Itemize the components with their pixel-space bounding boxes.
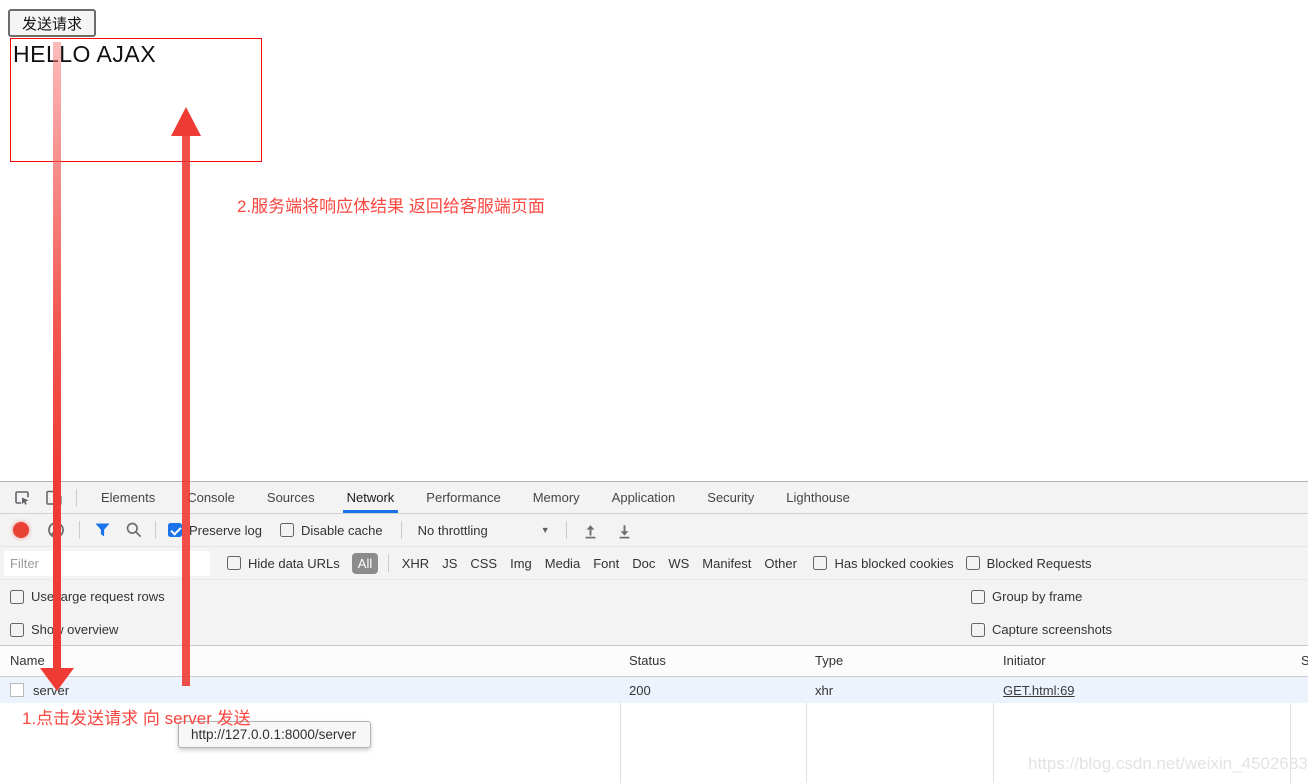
ajax-result-text: HELLO AJAX (11, 39, 261, 68)
capture-screenshots-checkbox[interactable] (971, 623, 985, 637)
preserve-log-checkbox[interactable] (168, 523, 182, 537)
column-header-initiator[interactable]: Initiator (1003, 653, 1046, 668)
use-large-request-rows-checkbox[interactable] (10, 590, 24, 604)
divider (388, 554, 389, 572)
filter-type-ws[interactable]: WS (668, 556, 689, 571)
tab-label: Security (707, 490, 754, 505)
arrow-up-shaft (182, 134, 190, 686)
table-header: Name Status Type Initiator S (0, 646, 1308, 677)
disable-cache-checkbox[interactable] (280, 523, 294, 537)
inspect-element-icon[interactable] (6, 482, 38, 514)
tab-memory[interactable]: Memory (517, 482, 596, 513)
throttling-value: No throttling (418, 523, 488, 538)
chevron-down-icon: ▼ (541, 525, 550, 535)
capture-screenshots-label: Capture screenshots (992, 622, 1112, 637)
tab-performance[interactable]: Performance (410, 482, 516, 513)
request-file-icon (10, 683, 24, 697)
tab-lighthouse[interactable]: Lighthouse (770, 482, 866, 513)
tab-label: Performance (426, 490, 500, 505)
column-header-name[interactable]: Name (10, 653, 45, 668)
has-blocked-cookies-label: Has blocked cookies (834, 556, 953, 571)
tab-label: Console (187, 490, 235, 505)
tab-network[interactable]: Network (331, 482, 411, 513)
use-large-request-rows-label: Use large request rows (31, 589, 165, 604)
record-icon[interactable] (13, 522, 29, 538)
network-toolbar: Preserve log Disable cache No throttling… (0, 514, 1308, 547)
tab-application[interactable]: Application (596, 482, 692, 513)
arrow-down-shaft (53, 42, 61, 670)
filter-type-xhr[interactable]: XHR (402, 556, 429, 571)
throttling-dropdown[interactable]: No throttling ▼ (418, 523, 550, 538)
show-overview-label: Show overview (31, 622, 118, 637)
tab-label: Sources (267, 490, 315, 505)
filter-type-media[interactable]: Media (545, 556, 580, 571)
request-status: 200 (629, 683, 651, 698)
column-header-size[interactable]: S (1301, 653, 1308, 668)
hide-data-urls-checkbox[interactable] (227, 556, 241, 570)
tab-label: Lighthouse (786, 490, 850, 505)
network-filter-bar: Hide data URLs All XHR JS CSS Img Media … (0, 547, 1308, 580)
tab-label: Application (612, 490, 676, 505)
group-by-frame-label: Group by frame (992, 589, 1082, 604)
send-request-button[interactable]: 发送请求 (8, 9, 96, 37)
import-har-icon[interactable] (581, 520, 601, 540)
divider (76, 489, 77, 507)
table-row[interactable]: server 200 xhr GET.html:69 (0, 677, 1308, 703)
disable-cache-label: Disable cache (301, 523, 383, 538)
search-icon[interactable] (125, 521, 143, 539)
tab-sources[interactable]: Sources (251, 482, 331, 513)
preserve-log-label: Preserve log (189, 523, 262, 538)
tab-elements[interactable]: Elements (85, 482, 171, 513)
request-type: xhr (815, 683, 833, 698)
annotation-step1: 1.点击发送请求 向 server 发送 (22, 704, 251, 729)
export-har-icon[interactable] (615, 520, 635, 540)
ajax-result-box: HELLO AJAX (10, 38, 262, 162)
blocked-requests-checkbox[interactable] (966, 556, 980, 570)
divider (401, 521, 402, 539)
arrow-down-head (40, 668, 74, 691)
annotation-step2: 2.服务端将响应体结果 返回给客服端页面 (237, 192, 545, 217)
divider (79, 521, 80, 539)
filter-input[interactable] (4, 551, 210, 576)
tab-label: Network (347, 490, 395, 505)
column-header-status[interactable]: Status (629, 653, 666, 668)
devtools-tab-bar: Elements Console Sources Network Perform… (0, 482, 1308, 514)
filter-icon[interactable] (93, 521, 111, 539)
filter-type-css[interactable]: CSS (470, 556, 497, 571)
tab-security[interactable]: Security (691, 482, 770, 513)
blocked-requests-label: Blocked Requests (987, 556, 1092, 571)
column-header-type[interactable]: Type (815, 653, 843, 668)
has-blocked-cookies-checkbox[interactable] (813, 556, 827, 570)
filter-type-doc[interactable]: Doc (632, 556, 655, 571)
tab-label: Memory (533, 490, 580, 505)
show-overview-checkbox[interactable] (10, 623, 24, 637)
divider (566, 521, 567, 539)
filter-type-font[interactable]: Font (593, 556, 619, 571)
hide-data-urls-label: Hide data URLs (248, 556, 340, 571)
watermark-text: https://blog.csdn.net/weixin_45026839 (1028, 754, 1308, 774)
network-settings: Use large request rows Show overview Gro… (0, 580, 1308, 646)
tab-label: Elements (101, 490, 155, 505)
filter-type-manifest[interactable]: Manifest (702, 556, 751, 571)
group-by-frame-checkbox[interactable] (971, 590, 985, 604)
arrow-up-head (171, 107, 201, 136)
request-initiator-link[interactable]: GET.html:69 (1003, 683, 1075, 698)
filter-type-img[interactable]: Img (510, 556, 532, 571)
divider (155, 521, 156, 539)
filter-type-js[interactable]: JS (442, 556, 457, 571)
filter-type-all[interactable]: All (352, 553, 378, 574)
filter-type-other[interactable]: Other (764, 556, 797, 571)
